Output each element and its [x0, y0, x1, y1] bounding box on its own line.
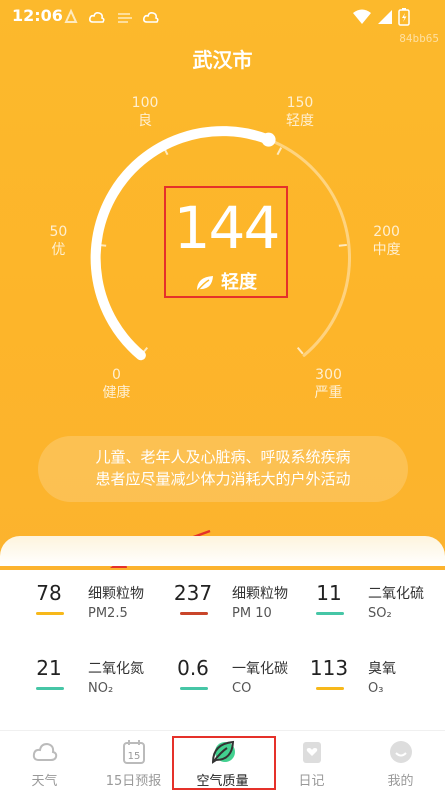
pollutant-item[interactable]: 237 细颗粒物 PM 10 — [164, 575, 304, 635]
pollutant-code: SO₂ — [368, 606, 392, 621]
pollutant-value: 237 — [173, 581, 213, 605]
pollutant-item[interactable]: 0.6 一氧化碳 CO — [164, 650, 304, 710]
tab-diary[interactable]: 日记 — [267, 730, 356, 791]
pollutant-value: 113 — [309, 656, 349, 680]
pollutant-code: CO — [232, 681, 252, 696]
pollutant-name: 一氧化碳 — [232, 661, 288, 677]
pollutant-code: PM 10 — [232, 606, 272, 621]
profile-icon — [387, 738, 415, 766]
pollutant-value: 78 — [36, 581, 62, 605]
svg-text:15: 15 — [128, 751, 141, 762]
pollutant-code: O₃ — [368, 681, 384, 696]
pollutant-name: 二氧化硫 — [368, 586, 424, 602]
cloud-icon — [31, 738, 59, 766]
pollutant-name: 细颗粒物 — [88, 586, 144, 602]
pollutant-level-bar — [36, 612, 64, 615]
annotation-arrow — [110, 529, 211, 568]
diary-icon — [298, 738, 326, 766]
pollutant-name: 臭氧 — [368, 661, 396, 677]
pollutant-level-bar — [36, 687, 64, 690]
pollutant-item[interactable]: 113 臭氧 O₃ — [300, 650, 440, 710]
pollutant-code: NO₂ — [88, 681, 114, 696]
pollutant-level-bar — [316, 612, 344, 615]
pollutant-level-bar — [316, 687, 344, 690]
pollutant-item[interactable]: 78 细颗粒物 PM2.5 — [20, 575, 160, 635]
tab-cloud[interactable]: 天气 — [0, 730, 89, 791]
tab-label: 我的 — [387, 774, 414, 789]
tab-label: 天气 — [31, 774, 58, 789]
pollutant-panel-header — [0, 536, 445, 566]
pollutant-item[interactable]: 11 二氧化硫 SO₂ — [300, 575, 440, 635]
calendar-icon: 15 — [120, 738, 148, 766]
pollutant-item[interactable]: 21 二氧化氮 NO₂ — [20, 650, 160, 710]
pollutant-name: 细颗粒物 — [232, 586, 288, 602]
pollutant-level-bar — [180, 687, 208, 690]
pollutant-name: 二氧化氮 — [88, 661, 144, 677]
pollutant-value: 11 — [316, 581, 342, 605]
pollutant-value: 21 — [36, 656, 62, 680]
tab-label: 日记 — [298, 774, 325, 789]
tab-label: 15日预报 — [105, 774, 162, 789]
pollutant-code: PM2.5 — [88, 606, 128, 621]
tab-calendar[interactable]: 15 15日预报 — [89, 730, 178, 791]
active-tab-annotation-box — [172, 736, 276, 790]
pollutant-value: 0.6 — [177, 656, 209, 680]
pollutant-level-bar — [180, 612, 208, 615]
tab-profile[interactable]: 我的 — [356, 730, 445, 791]
